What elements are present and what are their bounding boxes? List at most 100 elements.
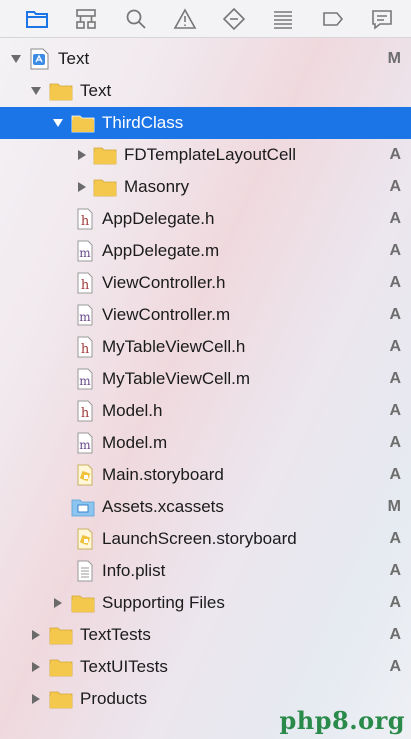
status-badge: M [387, 498, 401, 515]
h-file-icon: h [73, 336, 97, 358]
tree-item-label: Main.storyboard [102, 465, 224, 484]
tree-item-label: MyTableViewCell.h [102, 337, 246, 356]
m-file-icon: m [73, 432, 97, 454]
tree-item-label: AppDelegate.h [102, 209, 215, 228]
status-badge: A [389, 594, 401, 611]
svg-text:m: m [79, 438, 91, 452]
tree-row[interactable]: h MyTableViewCell.h A [0, 331, 411, 363]
tree-row[interactable]: LaunchScreen.storyboard A [0, 523, 411, 555]
status-badge: A [389, 370, 401, 387]
tree-item-label: ViewController.m [102, 305, 231, 324]
status-badge: A [389, 242, 401, 259]
tree-row[interactable]: Supporting Files A [0, 587, 411, 619]
tree-item-label: Masonry [124, 177, 190, 196]
status-badge: A [389, 306, 401, 323]
disclosure-open-icon[interactable] [30, 84, 42, 98]
tree-item-label: Text [58, 49, 90, 68]
tree-item-label: Text [80, 81, 112, 100]
tree-item-label: Model.h [102, 401, 163, 420]
folder-icon[interactable] [22, 4, 52, 34]
status-badge: A [389, 146, 401, 163]
tree-row[interactable]: ThirdClass [0, 107, 411, 139]
folder-file-icon [49, 688, 73, 710]
m-file-icon: m [73, 240, 97, 262]
tree-item-label: Assets.xcassets [102, 497, 224, 516]
h-file-icon: h [73, 272, 97, 294]
tree-item-label: LaunchScreen.storyboard [102, 529, 297, 548]
tree-row[interactable]: m ViewController.m A [0, 299, 411, 331]
status-badge: A [389, 658, 401, 675]
xcassets-file-icon [71, 496, 95, 518]
tree-row[interactable]: m MyTableViewCell.m A [0, 363, 411, 395]
tree-item-label: Supporting Files [102, 593, 225, 612]
tree-item-label: Info.plist [102, 561, 166, 580]
status-badge: A [389, 402, 401, 419]
file-tree: Text M Text ThirdClass FDTemplateLayoutCell A… [0, 43, 411, 715]
breakpoint-icon[interactable] [219, 4, 249, 34]
svg-text:h: h [81, 342, 90, 357]
hierarchy-icon[interactable] [71, 4, 101, 34]
tree-item-label: AppDelegate.m [102, 241, 220, 260]
tag-icon[interactable] [318, 4, 348, 34]
disclosure-open-icon[interactable] [52, 116, 64, 130]
disclosure-closed-icon[interactable] [30, 660, 42, 674]
h-file-icon: h [73, 208, 97, 230]
tree-row[interactable]: FDTemplateLayoutCell A [0, 139, 411, 171]
disclosure-closed-icon[interactable] [52, 596, 64, 610]
disclosure-closed-icon[interactable] [76, 180, 88, 194]
folder-file-icon [49, 656, 73, 678]
tree-item-label: Products [80, 689, 148, 708]
list-icon[interactable] [268, 4, 298, 34]
disclosure-open-icon[interactable] [10, 52, 22, 66]
folder-file-icon [49, 624, 73, 646]
status-badge: A [389, 210, 401, 227]
h-file-icon: h [73, 400, 97, 422]
tree-row[interactable]: h Model.h A [0, 395, 411, 427]
warning-icon[interactable] [170, 4, 200, 34]
status-badge: A [389, 562, 401, 579]
watermark: php8.org [279, 706, 405, 735]
svg-text:h: h [81, 406, 90, 421]
tree-row[interactable]: Assets.xcassets M [0, 491, 411, 523]
tree-row[interactable]: TextUITests A [0, 651, 411, 683]
comment-icon[interactable] [367, 4, 397, 34]
folder-file-icon [71, 592, 95, 614]
folder-file-icon [93, 176, 117, 198]
tree-item-label: TextTests [80, 625, 151, 644]
plist-file-icon [73, 560, 97, 582]
disclosure-closed-icon[interactable] [30, 692, 42, 706]
status-badge: A [389, 626, 401, 643]
svg-text:h: h [81, 214, 90, 229]
tree-item-label: ViewController.h [102, 273, 226, 292]
tree-row[interactable]: Main.storyboard A [0, 459, 411, 491]
status-badge: A [389, 434, 401, 451]
tree-row[interactable]: Text [0, 75, 411, 107]
status-badge: A [389, 338, 401, 355]
search-icon[interactable] [121, 4, 151, 34]
folder-file-icon [93, 144, 117, 166]
tree-row[interactable]: Text M [0, 43, 411, 75]
tree-row[interactable]: m AppDelegate.m A [0, 235, 411, 267]
svg-text:h: h [81, 278, 90, 293]
tree-item-label: MyTableViewCell.m [102, 369, 251, 388]
tree-row[interactable]: h ViewController.h A [0, 267, 411, 299]
svg-text:m: m [79, 374, 91, 388]
tree-row[interactable]: TextTests A [0, 619, 411, 651]
status-badge: A [389, 530, 401, 547]
disclosure-closed-icon[interactable] [76, 148, 88, 162]
tree-row[interactable]: Info.plist A [0, 555, 411, 587]
disclosure-closed-icon[interactable] [30, 628, 42, 642]
svg-text:m: m [79, 310, 91, 324]
status-badge: A [389, 274, 401, 291]
tree-row[interactable]: Masonry A [0, 171, 411, 203]
project-file-icon [27, 48, 51, 70]
tree-item-label: TextUITests [80, 657, 168, 676]
tree-row[interactable]: h AppDelegate.h A [0, 203, 411, 235]
status-badge: A [389, 466, 401, 483]
storyboard-file-icon [73, 464, 97, 486]
navigator-toolbar [0, 0, 411, 38]
status-badge: A [389, 178, 401, 195]
m-file-icon: m [73, 304, 97, 326]
tree-row[interactable]: m Model.m A [0, 427, 411, 459]
m-file-icon: m [73, 368, 97, 390]
